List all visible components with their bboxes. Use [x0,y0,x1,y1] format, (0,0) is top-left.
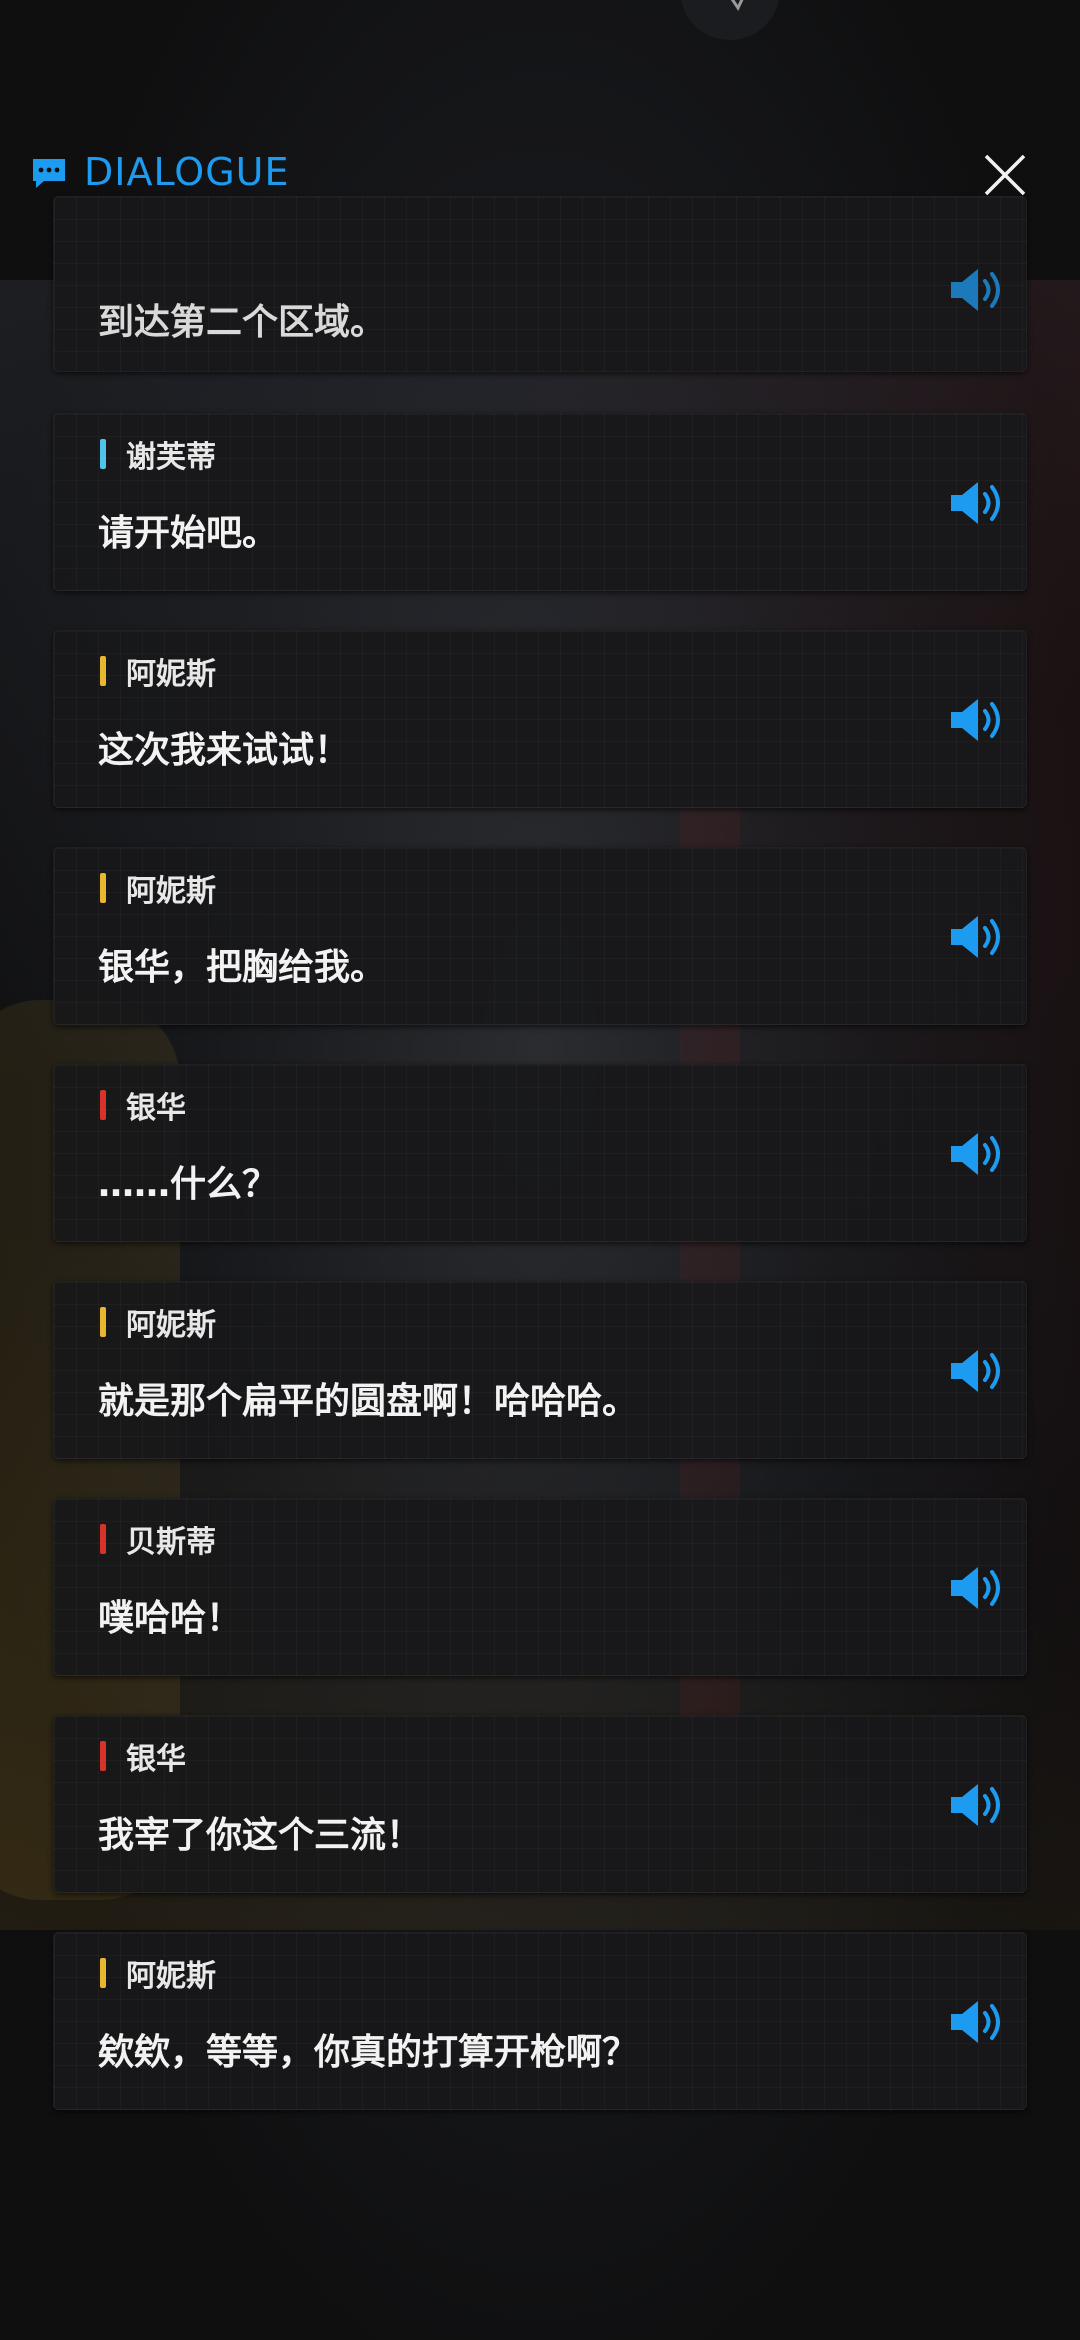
dialogue-log-screen: 到达第二个区域。 谢芙蒂 请开始吧。 阿妮斯 这次我来试试！ 阿妮斯 银华，把胸… [0,0,1080,2340]
dialogue-text: 就是那个扁平的圆盘啊！哈哈哈。 [98,1381,639,1422]
dialogue-text: 这次我来试试！ [98,730,351,771]
dialogue-text: 欸欸，等等，你真的打算开枪啊？ [98,2032,639,2073]
dialogue-entry: 阿妮斯 就是那个扁平的圆盘啊！哈哈哈。 [53,1281,1027,1459]
speaker-name: 银华 [126,1091,186,1126]
dialogue-text: 我宰了你这个三流！ [98,1815,423,1856]
close-icon[interactable] [980,150,1030,200]
speaker-name: 阿妮斯 [126,657,216,692]
speaker-label: 阿妮斯 [100,870,216,909]
speaker-color-bar [100,656,106,686]
dialogue-list[interactable]: 到达第二个区域。 谢芙蒂 请开始吧。 阿妮斯 这次我来试试！ 阿妮斯 银华，把胸… [0,0,1080,2340]
speaker-volume-icon[interactable] [947,1346,1009,1396]
dialogue-entry: 银华 ……什么？ [53,1064,1027,1242]
speaker-volume-icon[interactable] [947,1129,1009,1179]
dialogue-entry: 阿妮斯 这次我来试试！ [53,630,1027,808]
speaker-color-bar [100,1958,106,1988]
speaker-name: 银华 [126,1742,186,1777]
dialogue-entry: 到达第二个区域。 [53,196,1027,372]
speaker-name: 阿妮斯 [126,1308,216,1343]
dialogue-title: DIALOGUE [84,150,290,194]
dialogue-entry: 贝斯蒂 噗哈哈！ [53,1498,1027,1676]
speaker-color-bar [100,873,106,903]
speaker-color-bar [100,1307,106,1337]
speaker-volume-icon[interactable] [947,695,1009,745]
speaker-label: 贝斯蒂 [100,1521,216,1560]
speaker-color-bar [100,1090,106,1120]
speaker-label: 银华 [100,1738,186,1777]
speaker-volume-icon[interactable] [947,1563,1009,1613]
dialogue-entry: 银华 我宰了你这个三流！ [53,1715,1027,1893]
chat-bubble-icon [33,159,65,188]
speaker-volume-icon[interactable] [947,265,1009,315]
dialogue-entry: 阿妮斯 欸欸，等等，你真的打算开枪啊？ [53,1932,1027,2110]
dialogue-text: 请开始吧。 [98,513,279,554]
speaker-label: 谢芙蒂 [100,436,216,475]
speaker-color-bar [100,439,106,469]
speaker-name: 阿妮斯 [126,1959,216,1994]
dialogue-entry: 谢芙蒂 请开始吧。 [53,413,1027,591]
speaker-label: 阿妮斯 [100,1304,216,1343]
dialogue-text: 到达第二个区域。 [98,302,387,343]
dialogue-text: 噗哈哈！ [98,1598,243,1639]
dialogue-entry: 阿妮斯 银华，把胸给我。 [53,847,1027,1025]
speaker-volume-icon[interactable] [947,478,1009,528]
dialogue-text: 银华，把胸给我。 [98,947,387,988]
speaker-label: 银华 [100,1087,186,1126]
speaker-color-bar [100,1741,106,1771]
speaker-volume-icon[interactable] [947,1780,1009,1830]
dialogue-text: ……什么？ [98,1164,279,1205]
speaker-label: 阿妮斯 [100,1955,216,1994]
speaker-color-bar [100,1524,106,1554]
speaker-name: 谢芙蒂 [126,440,216,475]
speaker-volume-icon[interactable] [947,912,1009,962]
speaker-name: 贝斯蒂 [126,1525,216,1560]
speaker-label: 阿妮斯 [100,653,216,692]
dialogue-header: DIALOGUE [0,140,1080,204]
speaker-volume-icon[interactable] [947,1997,1009,2047]
speaker-name: 阿妮斯 [126,874,216,909]
